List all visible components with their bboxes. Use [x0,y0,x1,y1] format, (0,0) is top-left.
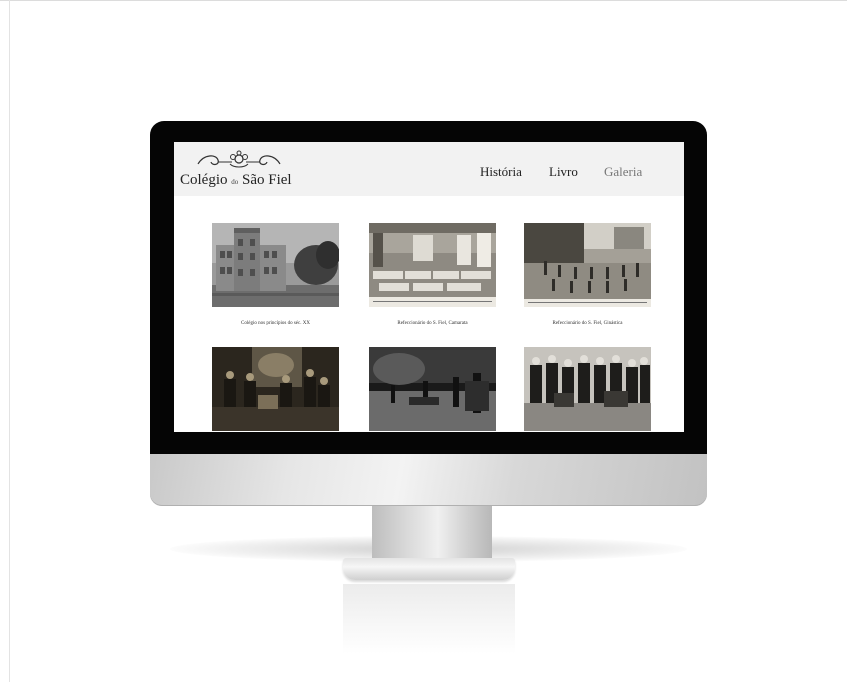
gallery-caption: Refeccionário do S. Fiel, Camarata [397,321,468,326]
logo-text: Colégio do São Fiel [180,172,292,189]
school-building-photo[interactable] [212,223,339,307]
monitor-chin [150,454,707,506]
gallery-caption: Refeccionário do S. Fiel, Ginástica [552,321,623,326]
monitor-stand-base [343,558,515,580]
dormitory-photo[interactable] [369,223,496,307]
top-divider [0,0,847,1]
website-screen: Colégio do São Fiel História Livro Galer… [174,142,684,432]
stand-reflection [343,584,515,654]
nav-item-livro[interactable]: Livro [549,164,578,180]
nav-item-galeria[interactable]: Galeria [604,164,642,180]
workshop-photo[interactable] [369,347,496,431]
laboratory-photo[interactable] [212,347,339,431]
gallery-caption: Colégio nos princípios do séc. XX [241,321,310,326]
page: Colégio do São Fiel História Livro Galer… [0,0,847,682]
logo-prefix: Colégio [180,172,228,188]
site-header: Colégio do São Fiel História Livro Galer… [174,142,684,196]
logo-small: do [231,178,239,186]
site-logo[interactable]: Colégio do São Fiel [180,148,320,192]
imac-monitor: Colégio do São Fiel História Livro Galer… [150,121,707,654]
left-divider [9,0,10,682]
monitor-stand-neck [372,506,492,558]
ornament-icon [197,150,281,168]
students-group-photo[interactable] [524,347,651,431]
logo-suffix: São Fiel [242,172,292,188]
gymnastics-photo[interactable] [524,223,651,307]
nav-item-historia[interactable]: História [480,164,522,180]
